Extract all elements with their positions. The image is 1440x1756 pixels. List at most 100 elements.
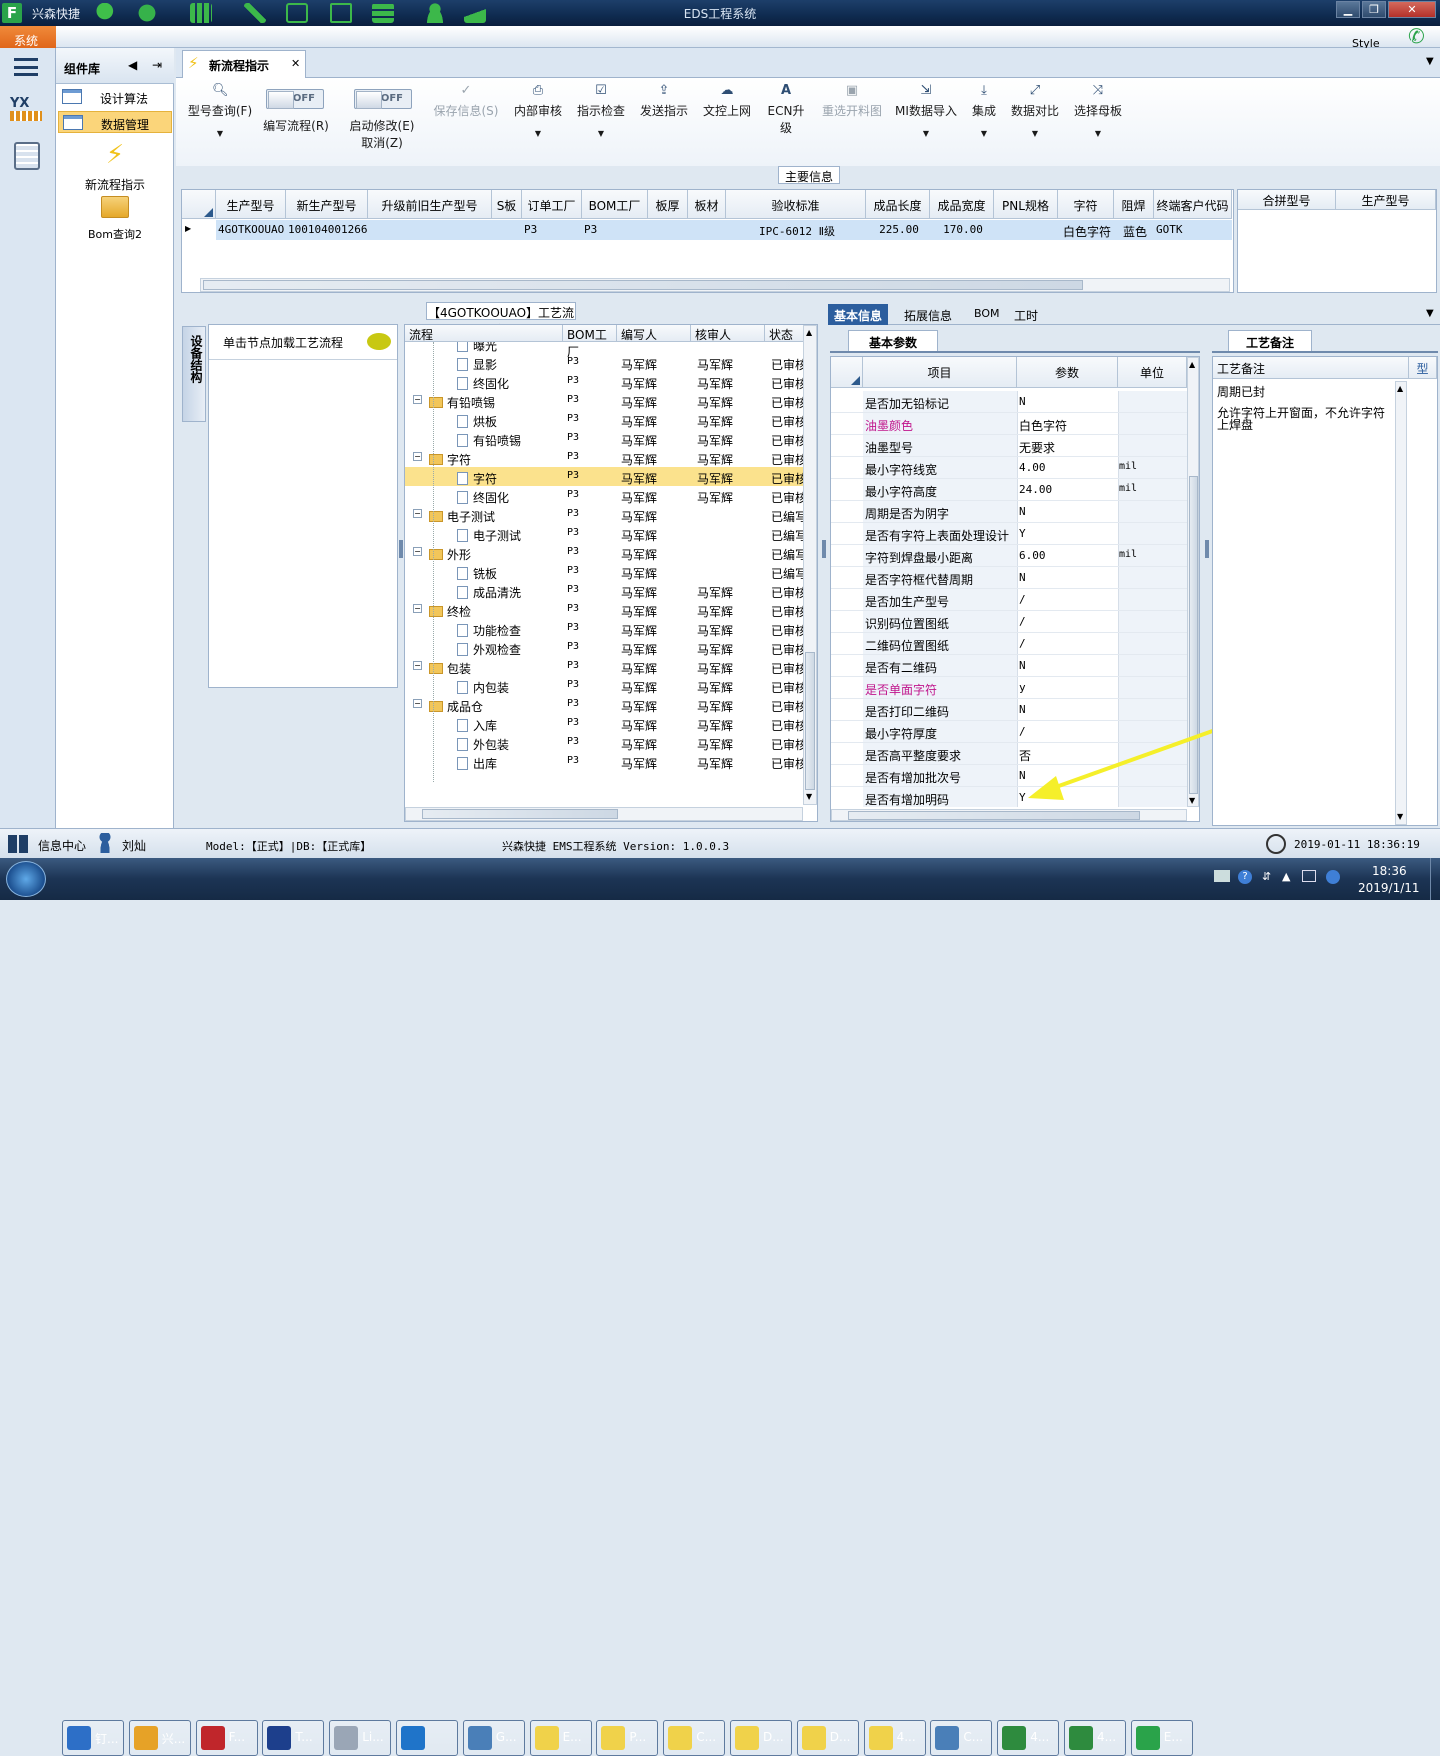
param-row[interactable]: 是否单面字符 y: [831, 677, 1187, 699]
factory-icon[interactable]: YX: [10, 96, 42, 126]
start-button[interactable]: [6, 861, 46, 897]
column-header[interactable]: 板材: [688, 190, 726, 219]
taskbar-item[interactable]: 钉...: [62, 1720, 124, 1756]
table-cell[interactable]: [994, 220, 1058, 240]
collapse-toggle-icon[interactable]: −: [413, 547, 422, 556]
table-cell[interactable]: [368, 220, 492, 240]
scrollbar-thumb[interactable]: [848, 811, 1140, 820]
ecn-upgrade-button[interactable]: A ECN升级: [762, 82, 810, 136]
tab-list-dropdown-icon[interactable]: ▼: [1426, 308, 1434, 319]
column-header[interactable]: 升级前旧生产型号: [368, 190, 492, 219]
tree-row[interactable]: 终固化 P3 马军辉 马军辉 已审核: [405, 372, 805, 391]
scrollbar-thumb[interactable]: [805, 652, 815, 790]
table-cell[interactable]: 225.00: [866, 220, 930, 240]
scroll-down-icon[interactable]: ▼: [806, 792, 812, 801]
basic-params-tab[interactable]: 基本参数: [848, 330, 938, 352]
scroll-up-icon[interactable]: ▲: [806, 328, 812, 337]
param-value[interactable]: 24.00: [1019, 483, 1052, 496]
taskbar-item[interactable]: G...: [462, 1720, 525, 1756]
scroll-up-icon[interactable]: ▲: [1397, 384, 1403, 393]
param-row[interactable]: 周期是否为阴字 N: [831, 501, 1187, 523]
save-info-button[interactable]: ✓ 保存信息(S): [430, 82, 502, 119]
table-cell[interactable]: 170.00: [930, 220, 994, 240]
tab-extended-info[interactable]: 拓展信息: [898, 304, 958, 325]
scroll-up-icon[interactable]: ▲: [1189, 360, 1195, 369]
tree-row[interactable]: 外包装 P3 马军辉 马军辉 已审核: [405, 733, 805, 752]
table-cell[interactable]: P3: [582, 220, 648, 240]
taskbar-item[interactable]: D...: [730, 1720, 792, 1756]
taskbar-item[interactable]: D...: [796, 1720, 859, 1756]
tree-row[interactable]: 出库 P3 马军辉 马军辉 已审核: [405, 752, 805, 771]
collapse-toggle-icon[interactable]: −: [413, 452, 422, 461]
tab-bom[interactable]: BOM: [968, 304, 1006, 325]
taskbar-item[interactable]: [396, 1720, 458, 1756]
param-value[interactable]: /: [1019, 637, 1026, 650]
taskbar-item[interactable]: 4...: [863, 1720, 926, 1756]
table-cell[interactable]: GOTK: [1154, 220, 1232, 240]
column-header[interactable]: PNL规格: [994, 190, 1058, 219]
tree-row[interactable]: − 终检 P3 马军辉 马军辉 已审核: [405, 600, 805, 619]
param-value[interactable]: 4.00: [1019, 461, 1046, 474]
column-header[interactable]: 成品长度: [866, 190, 930, 219]
column-header[interactable]: 生产型号: [216, 190, 286, 219]
taskbar-item[interactable]: P...: [596, 1720, 659, 1756]
column-header[interactable]: BOM工厂: [582, 190, 648, 219]
tree-row[interactable]: − 包装 P3 马军辉 马军辉 已审核: [405, 657, 805, 676]
column-header[interactable]: 终端客户代码: [1154, 190, 1232, 219]
column-header[interactable]: 验收标准: [726, 190, 866, 219]
param-row[interactable]: 二维码位置图纸 /: [831, 633, 1187, 655]
tree-row[interactable]: − 电子测试 P3 马军辉 已编写: [405, 505, 805, 524]
tree-row[interactable]: 字符 P3 马军辉 马军辉 已审核: [405, 467, 805, 486]
tree-row[interactable]: 终固化 P3 马军辉 马军辉 已审核: [405, 486, 805, 505]
tab-new-flow[interactable]: ⚡ 新流程指示 ✕: [182, 50, 306, 78]
param-value[interactable]: 白色字符: [1019, 417, 1067, 434]
scrollbar-thumb[interactable]: [203, 280, 1083, 290]
info-center-link[interactable]: 信息中心: [38, 837, 86, 854]
taskbar-item[interactable]: Li...: [329, 1720, 392, 1756]
table-cell[interactable]: P3: [522, 220, 582, 240]
horizontal-scrollbar[interactable]: [200, 278, 1230, 292]
collapse-toggle-icon[interactable]: −: [413, 509, 422, 518]
param-row[interactable]: 油墨型号 无要求: [831, 435, 1187, 457]
tree-row[interactable]: 内包装 P3 马军辉 马军辉 已审核: [405, 676, 805, 695]
minimize-button[interactable]: ▁: [1336, 1, 1360, 18]
tree-row[interactable]: 功能检查 P3 马军辉 马军辉 已审核: [405, 619, 805, 638]
column-header[interactable]: S板: [492, 190, 522, 219]
collapse-left-icon[interactable]: ◀: [128, 58, 137, 72]
param-value[interactable]: N: [1019, 505, 1026, 518]
taskbar-item[interactable]: C...: [663, 1720, 726, 1756]
column-header[interactable]: 新生产型号: [286, 190, 368, 219]
param-value[interactable]: N: [1019, 571, 1026, 584]
table-cell[interactable]: 蓝色: [1114, 220, 1154, 240]
param-row[interactable]: 是否有字符上表面处理设计 Y: [831, 523, 1187, 545]
send-instruction-button[interactable]: ⇪ 发送指示: [636, 82, 692, 119]
taskbar-item[interactable]: C...: [930, 1720, 993, 1756]
column-header[interactable]: 订单工厂: [522, 190, 582, 219]
taskbar-item[interactable]: 4...: [997, 1720, 1060, 1756]
close-button[interactable]: ✕: [1388, 1, 1436, 18]
tree-row[interactable]: 有铅喷锡 P3 马军辉 马军辉 已审核: [405, 429, 805, 448]
panel-big-item-bom[interactable]: Bom查询2: [56, 196, 174, 244]
integrate-button[interactable]: ⤓ 集成 ▼: [966, 82, 1002, 139]
taskbar-item[interactable]: E...: [529, 1720, 592, 1756]
tree-row[interactable]: 显影 P3 马军辉 马军辉 已审核: [405, 353, 805, 372]
param-row[interactable]: 最小字符线宽 4.00 mil: [831, 457, 1187, 479]
param-row[interactable]: 识别码位置图纸 /: [831, 611, 1187, 633]
tree-row[interactable]: 烘板 P3 马军辉 马军辉 已审核: [405, 410, 805, 429]
param-row[interactable]: 最小字符高度 24.00 mil: [831, 479, 1187, 501]
model-query-button[interactable]: 🔍︎ 型号查询(F) ▼: [184, 82, 256, 139]
param-value[interactable]: /: [1019, 615, 1026, 628]
vertical-scrollbar[interactable]: ▲ ▼: [803, 325, 817, 805]
mi-import-button[interactable]: ⇲ MI数据导入 ▼: [892, 82, 960, 139]
calculator-icon[interactable]: [14, 142, 40, 170]
tree-row[interactable]: − 字符 P3 马军辉 马军辉 已审核: [405, 448, 805, 467]
column-header[interactable]: 板厚: [648, 190, 688, 219]
help-icon[interactable]: ?: [1238, 870, 1252, 884]
taskbar-item[interactable]: T...: [262, 1720, 325, 1756]
horizontal-scrollbar[interactable]: [405, 807, 803, 821]
phone-icon[interactable]: ✆: [1408, 26, 1430, 46]
taskbar-item[interactable]: F...: [195, 1720, 258, 1756]
column-header[interactable]: 字符: [1058, 190, 1114, 219]
edit-flow-toggle[interactable]: OFF: [266, 89, 324, 109]
param-row[interactable]: 是否加无铅标记 N: [831, 391, 1187, 413]
